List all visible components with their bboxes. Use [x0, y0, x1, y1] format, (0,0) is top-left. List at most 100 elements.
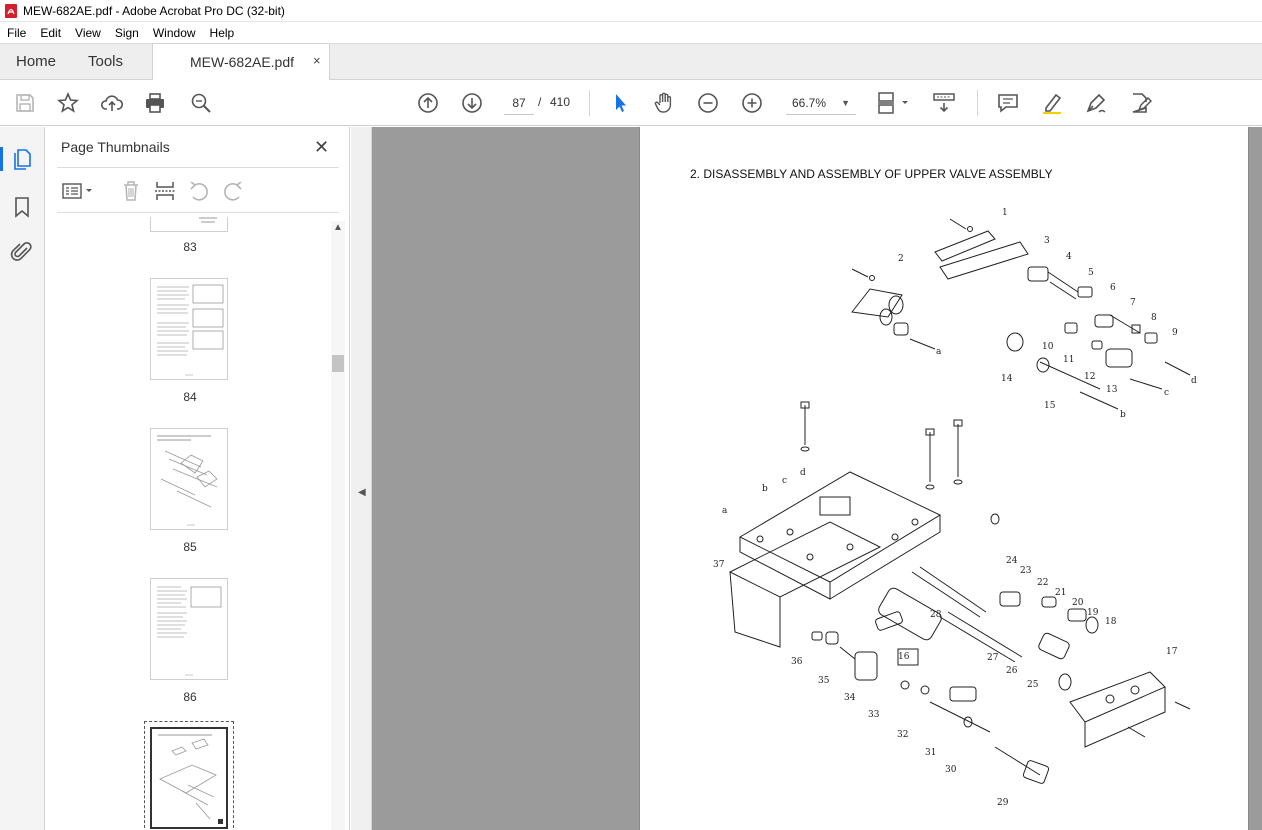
page-number-input[interactable]: 87 — [504, 91, 534, 115]
callout-label: 25 — [1027, 680, 1039, 690]
bookmarks-icon[interactable] — [10, 195, 34, 219]
menu-edit[interactable]: Edit — [33, 26, 68, 40]
page-thumbnails-icon[interactable] — [10, 147, 34, 171]
thumbnail-page[interactable] — [150, 217, 228, 232]
menu-file[interactable]: File — [0, 26, 33, 40]
page-total: 410 — [550, 95, 571, 109]
previous-page-icon[interactable] — [416, 91, 440, 115]
rotate-clockwise-icon[interactable] — [221, 179, 245, 203]
upload-cloud-icon[interactable] — [100, 91, 124, 115]
callout-label: 34 — [844, 693, 856, 703]
menu-view[interactable]: View — [68, 26, 108, 40]
callout-label: 10 — [1042, 342, 1054, 352]
callout-label: 24 — [1006, 556, 1018, 566]
thumbnail-label: 84 — [183, 390, 197, 404]
tab-document-label: MEW-682AE.pdf — [190, 54, 295, 70]
callout-label: 1 — [1002, 208, 1008, 218]
edit-pdf-icon[interactable] — [1128, 91, 1152, 115]
menu-sign[interactable]: Sign — [108, 26, 146, 40]
main-toolbar: 87 / 410 66.7% ▼ — [0, 80, 1262, 126]
callout-label: 31 — [925, 748, 936, 758]
page-preview — [157, 586, 222, 676]
menu-window[interactable]: Window — [146, 26, 203, 40]
delete-page-icon[interactable] — [119, 179, 143, 203]
chevron-down-icon: ▼ — [841, 98, 850, 108]
callout-label: 37 — [713, 560, 725, 570]
bookmark-star-icon[interactable] — [56, 91, 80, 115]
close-tab-icon[interactable]: × — [313, 53, 321, 68]
scrollbar-thumb[interactable] — [332, 355, 344, 372]
scroll-mode-icon[interactable] — [932, 91, 956, 115]
next-page-icon[interactable] — [460, 91, 484, 115]
attachments-paperclip-icon[interactable] — [10, 240, 34, 264]
callout-label: 9 — [1172, 328, 1178, 338]
callout-label: 13 — [1106, 385, 1118, 395]
callout-label: d — [800, 468, 806, 478]
callout-label: 7 — [1130, 298, 1136, 308]
page-separator: / — [538, 95, 542, 109]
callout-label: 27 — [987, 653, 999, 663]
hand-tool-icon[interactable] — [652, 91, 676, 115]
thumbnail-label: 85 — [183, 540, 197, 554]
tab-document[interactable]: MEW-682AE.pdf × — [152, 43, 330, 80]
active-indicator — [0, 147, 3, 171]
sign-pen-icon[interactable] — [1084, 91, 1108, 115]
callout-label: 14 — [1001, 374, 1013, 384]
callout-label: 32 — [897, 730, 908, 740]
callout-label: a — [936, 347, 942, 357]
callout-label: 8 — [1151, 313, 1157, 323]
callout-label: 29 — [997, 798, 1009, 808]
menu-help[interactable]: Help — [203, 26, 242, 40]
callout-label: 33 — [868, 710, 880, 720]
exploded-view-diagram: 1 2 3 4 5 6 7 8 9 10 11 12 13 14 15 16 1… — [713, 208, 1197, 808]
callout-labels: 1 2 3 4 5 6 7 8 9 10 11 12 13 14 15 16 1… — [713, 208, 1197, 808]
thumbnail-scrollbar[interactable] — [331, 221, 345, 830]
callout-label: d — [1191, 376, 1197, 386]
callout-label: c — [782, 476, 787, 486]
close-panel-icon[interactable]: ✕ — [314, 137, 329, 158]
thumbnail-page[interactable] — [150, 278, 228, 380]
rotate-counterclockwise-icon[interactable] — [187, 179, 211, 203]
page-preview — [199, 217, 217, 223]
window-title: MEW-682AE.pdf - Adobe Acrobat Pro DC (32… — [23, 3, 285, 18]
callout-label: a — [722, 506, 728, 516]
highlight-pen-icon[interactable] — [1040, 91, 1064, 115]
zoom-search-icon[interactable] — [189, 91, 213, 115]
tab-home[interactable]: Home — [16, 53, 56, 70]
page-layout-icon[interactable] — [876, 91, 912, 115]
scroll-up-icon[interactable]: ▲ — [333, 222, 343, 233]
callout-label: 36 — [791, 657, 803, 667]
thumbnail-page-selected[interactable] — [144, 721, 234, 830]
tab-tools[interactable]: Tools — [88, 53, 123, 70]
callout-label: 15 — [1044, 401, 1056, 411]
panel-divider — [57, 167, 339, 168]
callout-label: 23 — [1020, 566, 1032, 576]
callout-label: 3 — [1044, 236, 1050, 246]
print-icon[interactable] — [143, 91, 167, 115]
callout-label: 11 — [1063, 355, 1074, 365]
page-preview-frame — [150, 727, 228, 829]
collapse-panel-icon[interactable]: ◀ — [358, 487, 366, 498]
comment-icon[interactable] — [996, 91, 1020, 115]
left-navigation-rail — [0, 127, 45, 830]
page-preview — [157, 435, 218, 526]
zoom-level-select[interactable]: 66.7% ▼ — [786, 91, 856, 115]
thumbnail-page[interactable] — [150, 428, 228, 530]
menu-bar: File Edit View Sign Window Help — [0, 22, 1262, 43]
callout-label: 19 — [1087, 608, 1099, 618]
thumbnail-list[interactable]: 83 84 85 86 — [57, 217, 347, 830]
save-icon[interactable] — [13, 91, 37, 115]
zoom-in-icon[interactable] — [740, 91, 764, 115]
zoom-out-icon[interactable] — [696, 91, 720, 115]
pdf-page: 2. DISASSEMBLY AND ASSEMBLY OF UPPER VAL… — [639, 127, 1249, 830]
select-cursor-icon[interactable] — [608, 91, 632, 115]
extract-page-icon[interactable] — [153, 179, 177, 203]
callout-label: b — [762, 484, 768, 494]
thumbnail-options-icon[interactable] — [61, 179, 97, 203]
acrobat-icon — [5, 3, 17, 18]
callout-label: 21 — [1055, 588, 1066, 598]
panel-title: Page Thumbnails — [61, 139, 170, 155]
panel-splitter[interactable]: ◀ — [351, 127, 372, 830]
thumbnail-page[interactable] — [150, 578, 228, 680]
document-viewport[interactable]: 2. DISASSEMBLY AND ASSEMBLY OF UPPER VAL… — [372, 127, 1262, 830]
